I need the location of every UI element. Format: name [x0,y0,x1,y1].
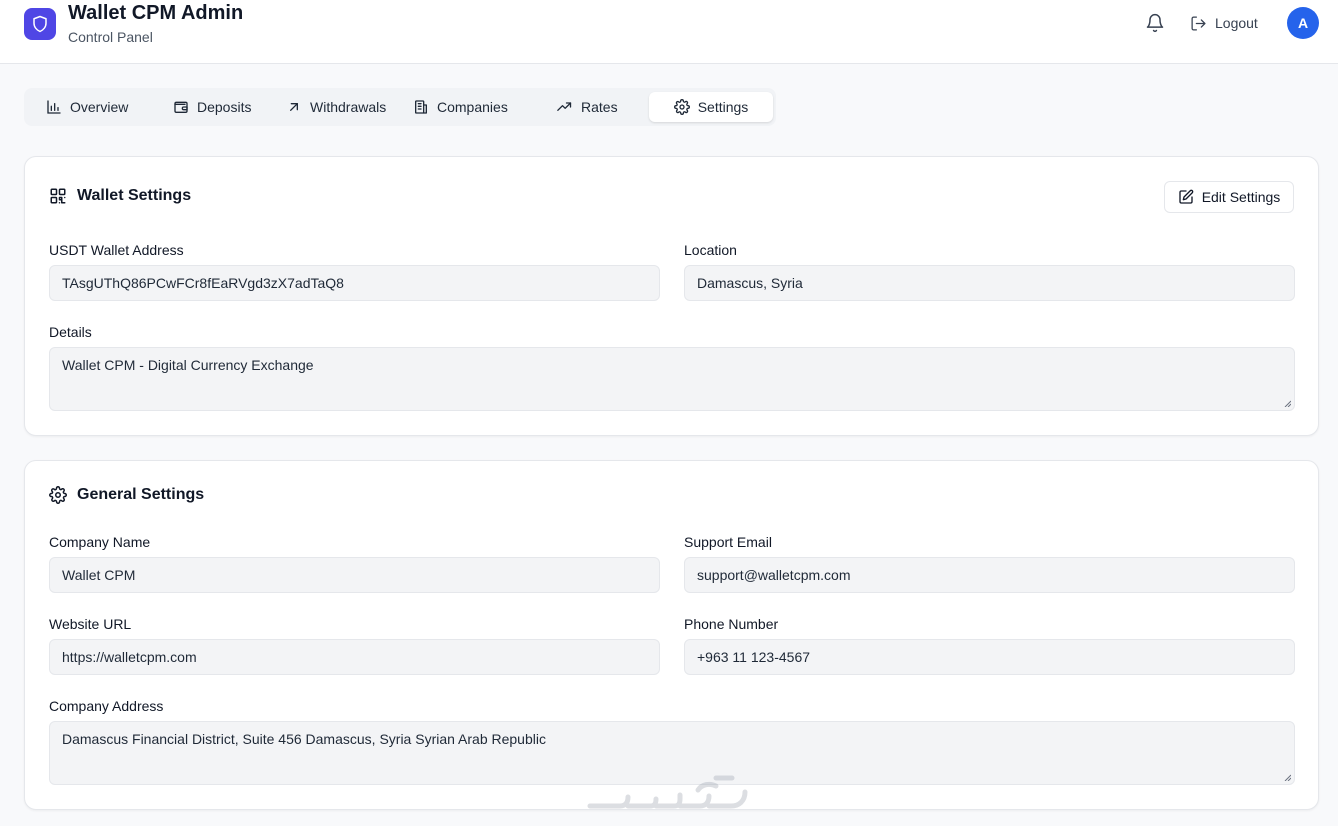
gear-icon [49,486,67,504]
tab-companies[interactable]: Companies [409,92,512,122]
logout-icon [1191,15,1206,31]
arrow-up-right-icon [290,103,298,111]
trending-up-icon [557,102,572,111]
tab-rates-label: Rates [581,99,618,115]
tab-companies-label: Companies [437,99,508,115]
support-email-label: Support Email [684,534,772,550]
company-address-text: Damascus Financial District, Suite 456 D… [62,731,546,747]
tab-settings-label: Settings [697,99,749,115]
general-settings-title: General Settings [49,486,204,504]
resize-grip-icon[interactable] [1283,399,1291,407]
resize-grip-icon[interactable] [1283,773,1291,781]
tab-withdrawals[interactable]: Withdrawals [282,92,390,122]
details-text: Wallet CPM - Digital Currency Exchange [62,357,314,373]
wallet-settings-card: Wallet Settings Edit Settings USDT Walle… [24,156,1319,436]
app-title: Wallet CPM Admin [68,2,244,24]
top-header: Wallet CPM Admin Control Panel Logout A [0,0,1338,64]
edit-icon [1179,189,1194,204]
general-settings-card: General Settings Company Name Wallet CPM… [24,460,1319,810]
khamsat-watermark-logo [587,775,748,809]
qr-code-icon [50,188,66,204]
support-email-input[interactable]: support@walletcpm.com [684,557,1295,593]
details-label: Details [49,324,92,340]
usdt-wallet-label: USDT Wallet Address [49,242,184,258]
shield-logo-icon [24,8,56,40]
edit-settings-label: Edit Settings [1201,189,1281,205]
wallet-icon [174,101,188,113]
wallet-settings-title-text: Wallet Settings [77,187,192,204]
tab-settings[interactable]: Settings [649,92,773,122]
tab-overview-label: Overview [70,99,129,115]
company-address-label: Company Address [49,698,164,714]
tab-deposits[interactable]: Deposits [169,92,255,122]
building-icon [415,100,427,114]
company-name-input[interactable]: Wallet CPM [49,557,660,593]
phone-number-label: Phone Number [684,616,779,632]
app-subtitle: Control Panel [68,29,153,45]
location-label: Location [684,242,737,258]
website-url-label: Website URL [49,616,132,632]
logout-label: Logout [1215,15,1258,31]
notification-bell-icon[interactable] [1144,12,1166,34]
edit-settings-button[interactable]: Edit Settings [1164,181,1294,213]
general-settings-title-text: General Settings [77,486,205,503]
tab-rates[interactable]: Rates [552,92,622,122]
wallet-settings-title: Wallet Settings [49,187,191,205]
phone-number-input[interactable]: +963 11 123-4567 [684,639,1295,675]
details-textarea[interactable]: Wallet CPM - Digital Currency Exchange [49,347,1295,411]
tab-overview[interactable]: Overview [42,92,132,122]
gear-icon [673,99,690,115]
company-name-label: Company Name [49,534,151,550]
tab-withdrawals-label: Withdrawals [310,99,387,115]
location-input[interactable]: Damascus, Syria [684,265,1295,301]
bar-chart-icon [47,100,61,114]
website-url-input[interactable]: https://walletcpm.com [49,639,660,675]
tab-deposits-label: Deposits [197,99,252,115]
tab-bar: Overview Deposits Withdrawals Companies … [24,88,776,126]
logout-button[interactable]: Logout [1190,12,1258,34]
usdt-wallet-input[interactable]: TAsgUThQ86PCwFCr8fEaRVgd3zX7adTaQ8 [49,265,660,301]
avatar[interactable]: A [1287,7,1319,39]
